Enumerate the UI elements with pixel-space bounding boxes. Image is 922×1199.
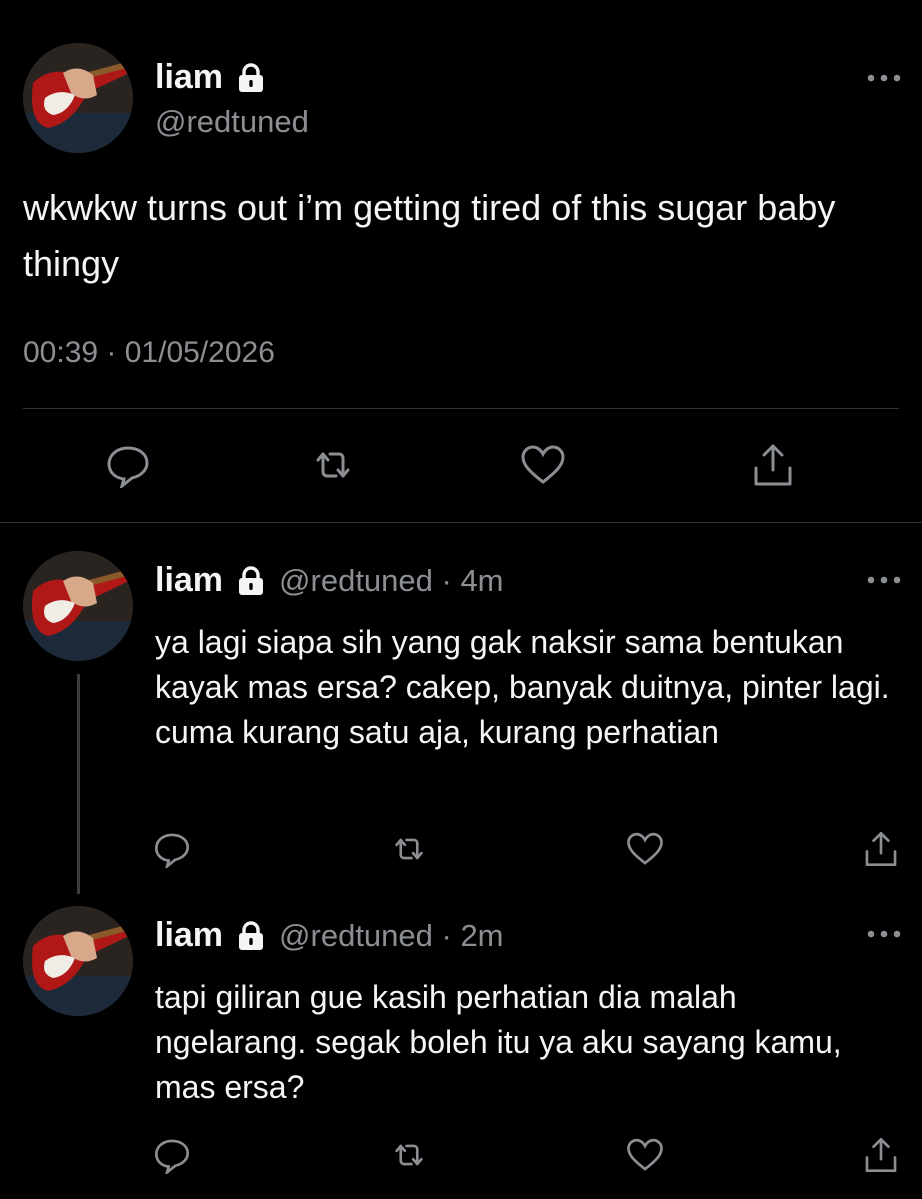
author-name[interactable]: liam xyxy=(155,58,265,97)
more-icon[interactable] xyxy=(866,928,902,940)
author-name-text: liam xyxy=(155,58,224,96)
more-icon[interactable] xyxy=(866,72,902,84)
share-icon[interactable] xyxy=(862,1136,900,1174)
author-name-text: liam xyxy=(155,561,224,599)
tweet-text: wkwkw turns out i’m getting tired of thi… xyxy=(23,187,836,284)
share-icon[interactable] xyxy=(750,442,796,488)
reply-meta[interactable]: @redtuned · 4m xyxy=(279,563,503,599)
avatar[interactable] xyxy=(23,43,133,153)
divider xyxy=(0,522,922,523)
avatar-guitar-image xyxy=(23,551,133,661)
retweet-icon[interactable] xyxy=(390,1136,428,1174)
avatar-guitar-image xyxy=(23,43,133,153)
retweet-icon[interactable] xyxy=(390,830,428,868)
like-icon[interactable] xyxy=(520,442,566,488)
more-icon[interactable] xyxy=(866,574,902,586)
lock-icon xyxy=(237,920,265,951)
reply-icon[interactable] xyxy=(105,442,151,488)
reply-icon[interactable] xyxy=(153,1136,191,1174)
avatar[interactable] xyxy=(23,906,133,1016)
author-name[interactable]: liam @redtuned · 2m xyxy=(155,916,504,955)
lock-icon xyxy=(237,565,265,596)
author-name-text: liam xyxy=(155,916,224,954)
thread-line xyxy=(77,674,80,894)
divider xyxy=(23,408,899,409)
avatar[interactable] xyxy=(23,551,133,661)
tweet-timestamp[interactable]: 00:39 · 01/05/2026 xyxy=(23,336,275,370)
reply-icon[interactable] xyxy=(153,830,191,868)
reply-text: ya lagi siapa sih yang gak naksir sama b… xyxy=(155,624,890,750)
retweet-icon[interactable] xyxy=(310,442,356,488)
reply-meta[interactable]: @redtuned · 2m xyxy=(279,918,503,954)
reply-text: tapi giliran gue kasih perhatian dia mal… xyxy=(155,979,842,1105)
like-icon[interactable] xyxy=(626,1136,664,1174)
author-name[interactable]: liam @redtuned · 4m xyxy=(155,561,504,600)
share-icon[interactable] xyxy=(862,830,900,868)
author-handle[interactable]: @redtuned xyxy=(155,104,309,140)
like-icon[interactable] xyxy=(626,830,664,868)
avatar-guitar-image xyxy=(23,906,133,1016)
lock-icon xyxy=(237,62,265,93)
